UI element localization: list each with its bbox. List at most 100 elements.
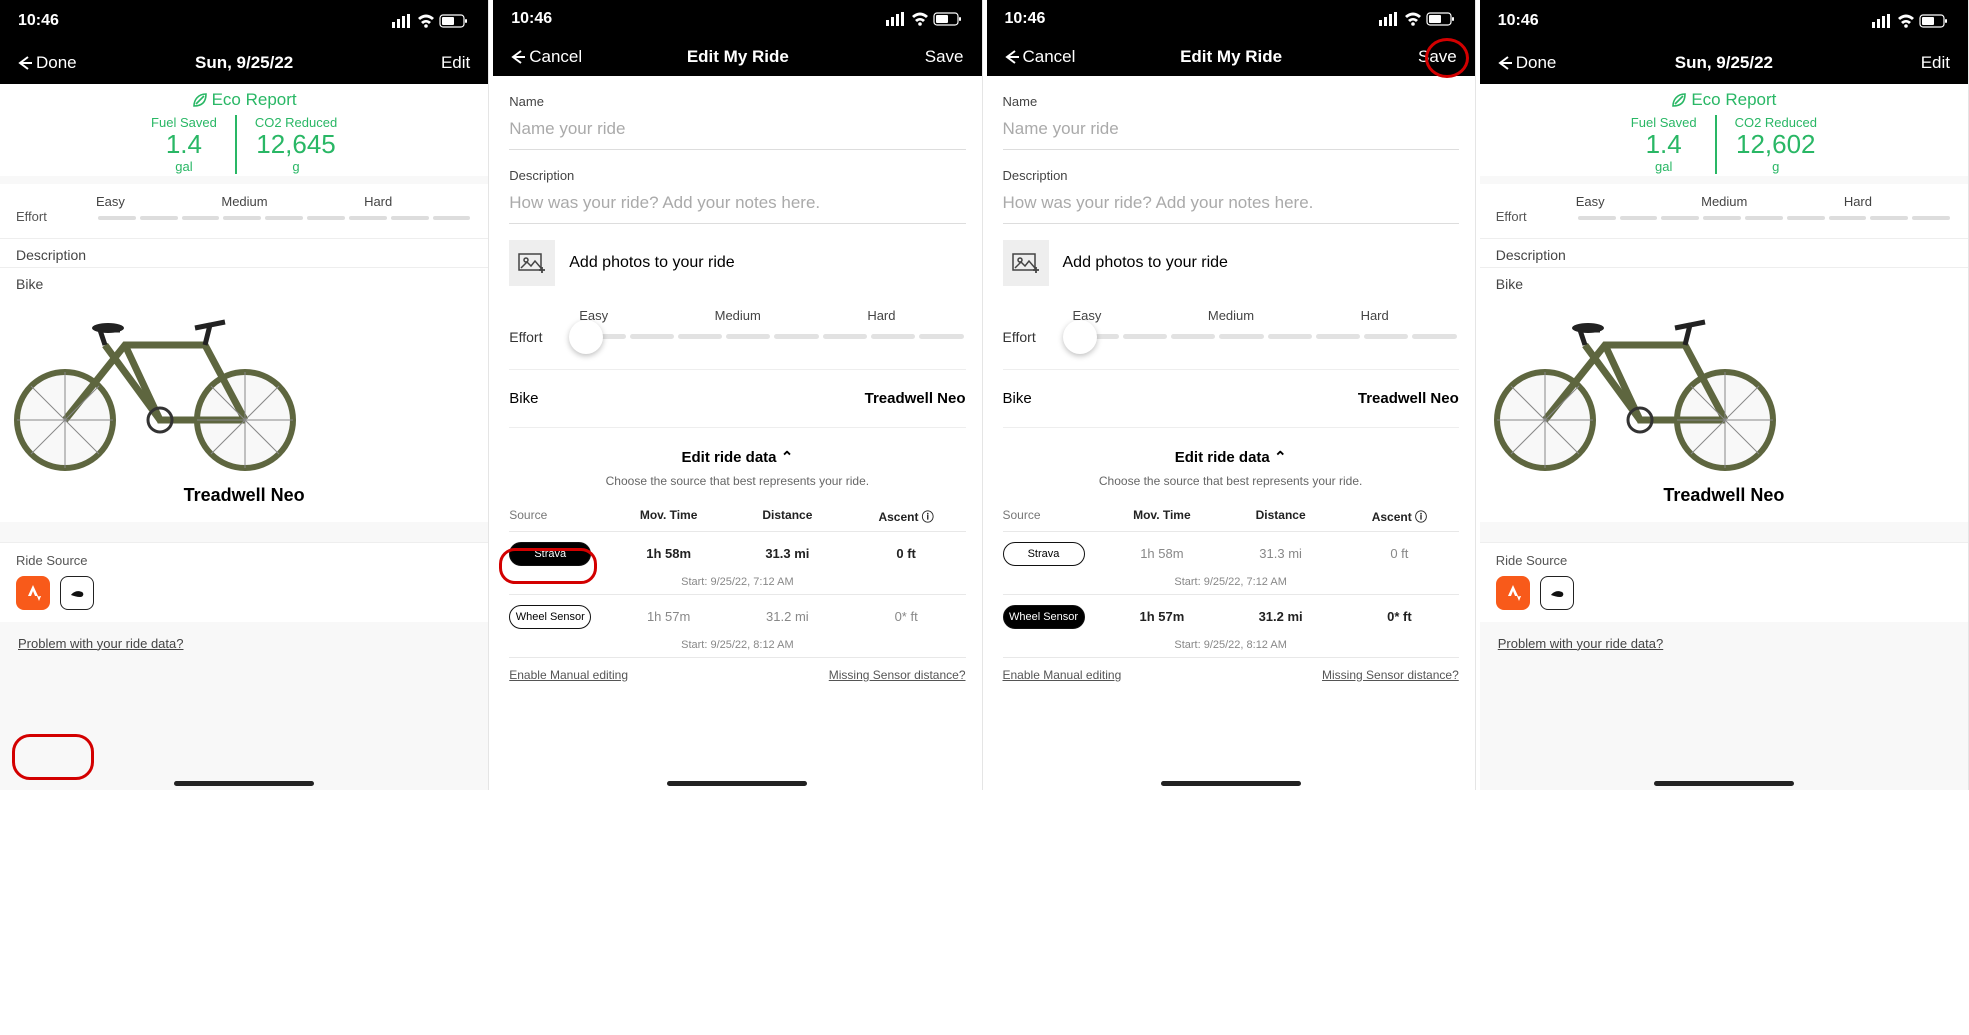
eco-title-text: Eco Report bbox=[212, 90, 297, 110]
info-icon[interactable]: ⓘ bbox=[922, 510, 934, 524]
ride-source-label: Ride Source bbox=[16, 553, 472, 568]
add-photos-button[interactable]: Add photos to your ride bbox=[509, 240, 965, 286]
save-button[interactable]: Save bbox=[1387, 47, 1457, 67]
description-field[interactable]: How was your ride? Add your notes here. bbox=[509, 183, 965, 224]
home-indicator bbox=[174, 781, 314, 786]
effort-slider-thumb[interactable] bbox=[1063, 320, 1097, 354]
effort-slider[interactable]: Effort bbox=[509, 329, 965, 345]
back-button[interactable]: Done bbox=[18, 53, 88, 73]
leaf-icon bbox=[1671, 92, 1687, 108]
status-bar: 10:46 bbox=[1480, 0, 1968, 42]
description-field-label: Description bbox=[509, 168, 965, 183]
status-bar: 10:46 bbox=[493, 0, 981, 38]
effort-section: Easy Medium Hard Effort bbox=[0, 184, 488, 238]
name-field-label: Name bbox=[509, 94, 965, 109]
fuel-saved-label: Fuel Saved bbox=[151, 115, 217, 130]
co2-reduced-label: CO2 Reduced bbox=[255, 115, 337, 130]
info-icon[interactable]: ⓘ bbox=[1415, 510, 1427, 524]
eco-report-card: Eco Report Fuel Saved 1.4 gal CO2 Reduce… bbox=[1480, 84, 1968, 176]
effort-section: Easy Medium Hard Effort bbox=[1480, 184, 1968, 238]
strava-pill[interactable]: Strava bbox=[509, 542, 591, 566]
bike-selector[interactable]: Bike Treadwell Neo bbox=[1003, 369, 1459, 428]
source-row-wheel[interactable]: Wheel Sensor 1h 57m 31.2 mi 0* ft bbox=[1003, 594, 1459, 639]
description-label: Description bbox=[0, 238, 488, 267]
add-photo-icon bbox=[1011, 250, 1041, 276]
save-button[interactable]: Save bbox=[894, 47, 964, 67]
bike-label: Bike bbox=[0, 267, 488, 296]
add-photo-icon bbox=[517, 250, 547, 276]
missing-sensor-link[interactable]: Missing Sensor distance? bbox=[829, 668, 966, 682]
co2-reduced-unit: g bbox=[255, 159, 337, 174]
problem-link[interactable]: Problem with your ride data? bbox=[0, 622, 488, 665]
wheel-sensor-pill[interactable]: Wheel Sensor bbox=[1003, 605, 1085, 629]
nav-bar: Done Sun, 9/25/22 Edit bbox=[0, 42, 488, 84]
fuel-saved-unit: gal bbox=[151, 159, 217, 174]
annotation-highlight-ride-source bbox=[12, 734, 94, 780]
chevron-up-icon: ⌃ bbox=[781, 449, 794, 466]
status-icons bbox=[1379, 12, 1457, 26]
fuel-saved-value: 1.4 bbox=[1631, 130, 1697, 159]
ride-source-sensor-icon[interactable] bbox=[1540, 576, 1574, 610]
bike-image-card[interactable]: Treadwell Neo bbox=[0, 296, 488, 522]
page-title: Edit My Ride bbox=[687, 47, 789, 67]
problem-link[interactable]: Problem with your ride data? bbox=[1480, 622, 1968, 665]
wheel-sensor-pill[interactable]: Wheel Sensor bbox=[509, 605, 591, 629]
co2-reduced-value: 12,602 bbox=[1735, 130, 1817, 159]
bike-name: Treadwell Neo bbox=[10, 475, 478, 516]
effort-label: Effort bbox=[16, 209, 96, 224]
source-row-wheel[interactable]: Wheel Sensor 1h 57m 31.2 mi 0* ft bbox=[509, 594, 965, 639]
done-label: Done bbox=[36, 53, 77, 73]
status-time: 10:46 bbox=[18, 12, 59, 30]
enable-manual-link[interactable]: Enable Manual editing bbox=[509, 668, 628, 682]
status-bar: 10:46 bbox=[987, 0, 1475, 38]
edit-button[interactable]: Edit bbox=[400, 53, 470, 73]
cancel-button[interactable]: Cancel bbox=[1005, 47, 1076, 67]
effort-slider-thumb[interactable] bbox=[569, 320, 603, 354]
effort-slider[interactable]: Effort bbox=[1003, 329, 1459, 345]
choose-source-text: Choose the source that best represents y… bbox=[509, 474, 965, 502]
add-photos-button[interactable]: Add photos to your ride bbox=[1003, 240, 1459, 286]
add-photos-label: Add photos to your ride bbox=[569, 254, 734, 272]
status-bar: 10:46 bbox=[0, 0, 488, 42]
effort-easy: Easy bbox=[96, 194, 125, 209]
bike-image-card[interactable]: Treadwell Neo bbox=[1480, 296, 1968, 522]
ride-source-sensor-icon[interactable] bbox=[60, 576, 94, 610]
screen-edit-strava-selected: 10:46 Cancel Edit My Ride Save Name Name… bbox=[493, 0, 982, 790]
page-title: Sun, 9/25/22 bbox=[1675, 53, 1773, 73]
home-indicator bbox=[667, 781, 807, 786]
bike-image bbox=[10, 300, 300, 475]
ride-source-strava-icon[interactable] bbox=[16, 576, 50, 610]
edit-ride-data-toggle[interactable]: Edit ride data ⌃ bbox=[1003, 428, 1459, 474]
fuel-saved-value: 1.4 bbox=[151, 130, 217, 159]
cancel-button[interactable]: Cancel bbox=[511, 47, 582, 67]
strava-pill[interactable]: Strava bbox=[1003, 542, 1085, 566]
screen-ride-summary-after: 10:46 Done Sun, 9/25/22 Edit Eco Report … bbox=[1480, 0, 1969, 790]
ride-source-strava-icon[interactable] bbox=[1496, 576, 1530, 610]
screen-ride-summary-before: 10:46 Done Sun, 9/25/22 Edit Eco Report … bbox=[0, 0, 489, 790]
home-indicator bbox=[1654, 781, 1794, 786]
bike-image bbox=[1490, 300, 1780, 475]
name-field[interactable]: Name your ride bbox=[509, 109, 965, 150]
leaf-icon bbox=[192, 92, 208, 108]
edit-ride-data-toggle[interactable]: Edit ride data ⌃ bbox=[509, 428, 965, 474]
screen-edit-wheel-selected: 10:46 Cancel Edit My Ride Save Name Name… bbox=[987, 0, 1476, 790]
enable-manual-link[interactable]: Enable Manual editing bbox=[1003, 668, 1122, 682]
page-title: Sun, 9/25/22 bbox=[195, 53, 293, 73]
status-icons bbox=[1872, 14, 1950, 28]
name-field[interactable]: Name your ride bbox=[1003, 109, 1459, 150]
missing-sensor-link[interactable]: Missing Sensor distance? bbox=[1322, 668, 1459, 682]
back-button[interactable]: Done bbox=[1498, 53, 1568, 73]
co2-reduced-value: 12,645 bbox=[255, 130, 337, 159]
effort-hard: Hard bbox=[364, 194, 392, 209]
edit-button[interactable]: Edit bbox=[1880, 53, 1950, 73]
ride-source-table: Source Mov. Time Distance Ascent ⓘ Strav… bbox=[509, 502, 965, 698]
effort-medium: Medium bbox=[221, 194, 267, 209]
description-field[interactable]: How was your ride? Add your notes here. bbox=[1003, 183, 1459, 224]
ride-source-section: Ride Source bbox=[0, 542, 488, 622]
source-row-strava[interactable]: Strava 1h 58m 31.3 mi 0 ft bbox=[509, 531, 965, 576]
source-row-strava[interactable]: Strava 1h 58m 31.3 mi 0 ft bbox=[1003, 531, 1459, 576]
bike-selector[interactable]: Bike Treadwell Neo bbox=[509, 369, 965, 428]
home-indicator bbox=[1161, 781, 1301, 786]
eco-report-card: Eco Report Fuel Saved 1.4 gal CO2 Reduce… bbox=[0, 84, 488, 176]
chevron-up-icon: ⌃ bbox=[1274, 449, 1287, 466]
